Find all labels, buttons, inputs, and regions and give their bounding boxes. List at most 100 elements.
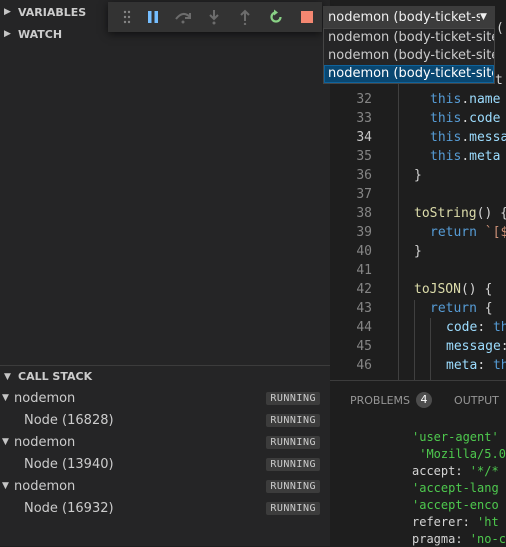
code-text: meta: th — [446, 358, 506, 373]
process-label: nodemon — [14, 478, 76, 494]
debug-session-select[interactable]: nodemon (body-ticket-si ▼ — [323, 6, 495, 28]
call-stack-process-row[interactable]: ▼ nodemon RUNNING — [0, 387, 330, 409]
indent-guide — [414, 300, 415, 380]
step-out-icon — [240, 9, 250, 25]
call-stack-section-header[interactable]: ▼ CALL STACK — [0, 365, 330, 387]
code-line: 40} — [330, 242, 506, 261]
tab-problems[interactable]: PROBLEMS 4 — [350, 392, 433, 408]
line-number: 46 — [356, 358, 372, 373]
status-badge: RUNNING — [266, 501, 320, 515]
session-options-list: nodemon (body-ticket-site) nodemon (body… — [323, 28, 495, 84]
bottom-panel: PROBLEMS 4 OUTPUT 'user-agent' 'Mozilla/… — [330, 380, 506, 547]
indent-guide — [430, 318, 431, 380]
step-into-icon — [209, 10, 219, 25]
line-number: 41 — [356, 263, 372, 278]
line-number: 33 — [356, 111, 372, 126]
output-line: 'user-agent' — [412, 430, 499, 444]
code-line: 41 — [330, 261, 506, 280]
code-text: this.messa — [430, 130, 506, 145]
watch-title: WATCH — [18, 27, 63, 41]
line-number: 36 — [356, 168, 372, 183]
code-line: 34 this.messa — [330, 128, 506, 147]
code-line: 36} — [330, 166, 506, 185]
code-text: this.name — [430, 92, 501, 107]
thread-label: Node (13940) — [24, 456, 114, 472]
line-number: 37 — [356, 187, 372, 202]
output-line: accept: '*/* — [412, 464, 499, 478]
code-text: } — [414, 168, 422, 183]
process-label: nodemon — [14, 390, 76, 406]
line-number: 42 — [356, 282, 372, 297]
chevron-right-icon: ▶ — [4, 29, 11, 39]
call-stack-process-row[interactable]: ▼ nodemon RUNNING — [0, 431, 330, 453]
call-stack-thread-row[interactable]: Node (13940) RUNNING — [0, 453, 330, 475]
step-over-icon — [175, 13, 192, 24]
tab-output-label: OUTPUT — [454, 393, 499, 407]
code-text: message: — [446, 339, 506, 354]
output-line: 'accept-enco — [412, 498, 499, 512]
code-line: 44 code: th — [330, 318, 506, 337]
step-over-button[interactable] — [168, 2, 199, 32]
stop-icon — [300, 11, 313, 23]
tab-problems-label: PROBLEMS — [350, 393, 411, 407]
status-badge: RUNNING — [266, 457, 320, 471]
gripper-icon — [123, 10, 130, 24]
code-text: } — [414, 244, 422, 259]
line-number: 45 — [356, 339, 372, 354]
pause-icon — [147, 11, 158, 23]
call-stack-title: CALL STACK — [18, 370, 93, 383]
chevron-right-icon: ▶ — [4, 7, 11, 17]
status-badge: RUNNING — [266, 391, 320, 405]
chevron-down-icon: ▼ — [2, 437, 9, 447]
line-number: 39 — [356, 225, 372, 240]
call-stack-thread-row[interactable]: Node (16828) RUNNING — [0, 409, 330, 431]
problems-count-badge: 4 — [416, 392, 433, 408]
code-text: this.code — [430, 111, 501, 126]
code-text: toString() { — [414, 206, 506, 221]
line-number: 32 — [356, 92, 372, 107]
session-option-selected[interactable]: nodemon (body-ticket-site) — [324, 65, 494, 83]
session-option[interactable]: nodemon (body-ticket-site) — [324, 29, 494, 47]
code-line: 38 toString() { — [330, 204, 506, 223]
line-number: 38 — [356, 206, 372, 221]
chevron-down-icon: ▼ — [480, 12, 487, 22]
chevron-down-icon: ▼ — [4, 371, 11, 382]
code-line: 35 this.meta — [330, 147, 506, 166]
chevron-down-icon: ▼ — [2, 481, 9, 491]
session-option[interactable]: nodemon (body-ticket-site) — [324, 47, 494, 65]
call-stack-thread-row[interactable]: Node (16932) RUNNING — [0, 497, 330, 519]
restart-button[interactable] — [260, 2, 291, 32]
tab-output[interactable]: OUTPUT — [454, 394, 499, 407]
code-text: return `[$ — [430, 225, 506, 240]
step-into-button[interactable] — [199, 2, 230, 32]
line-number: 43 — [356, 301, 372, 316]
output-line: 'Mozilla/5.0 — [419, 447, 506, 461]
line-number: 40 — [356, 244, 372, 259]
output-line: referer: 'ht — [412, 515, 499, 529]
debug-toolbar — [108, 2, 322, 32]
output-line: 'accept-lang — [412, 481, 499, 495]
variables-title: VARIABLES — [18, 5, 87, 19]
code-text: this.meta — [430, 149, 501, 164]
code-line: 32 this.name — [330, 90, 506, 109]
panel-tabs: PROBLEMS 4 OUTPUT — [330, 381, 506, 419]
thread-label: Node (16932) — [24, 500, 114, 516]
code-line: 43 return { — [330, 299, 506, 318]
status-badge: RUNNING — [266, 413, 320, 427]
call-stack-process-row[interactable]: ▼ nodemon RUNNING — [0, 475, 330, 497]
output-line: pragma: 'no-c — [412, 532, 506, 546]
code-line: 33 this.code — [330, 109, 506, 128]
chevron-down-icon: ▼ — [2, 393, 9, 403]
pause-button[interactable] — [137, 2, 168, 32]
code-text: return { — [430, 301, 493, 316]
toolbar-gripper[interactable] — [116, 2, 137, 32]
code-line: 39 return `[$ — [330, 223, 506, 242]
step-out-button[interactable] — [230, 2, 261, 32]
stop-button[interactable] — [291, 2, 322, 32]
session-select-value: nodemon (body-ticket-si — [328, 9, 480, 25]
code-line: 45 message: — [330, 337, 506, 356]
line-number: 35 — [356, 149, 372, 164]
code-line: 37 — [330, 185, 506, 204]
restart-icon — [270, 9, 282, 23]
code-line: 46 meta: th — [330, 356, 506, 375]
